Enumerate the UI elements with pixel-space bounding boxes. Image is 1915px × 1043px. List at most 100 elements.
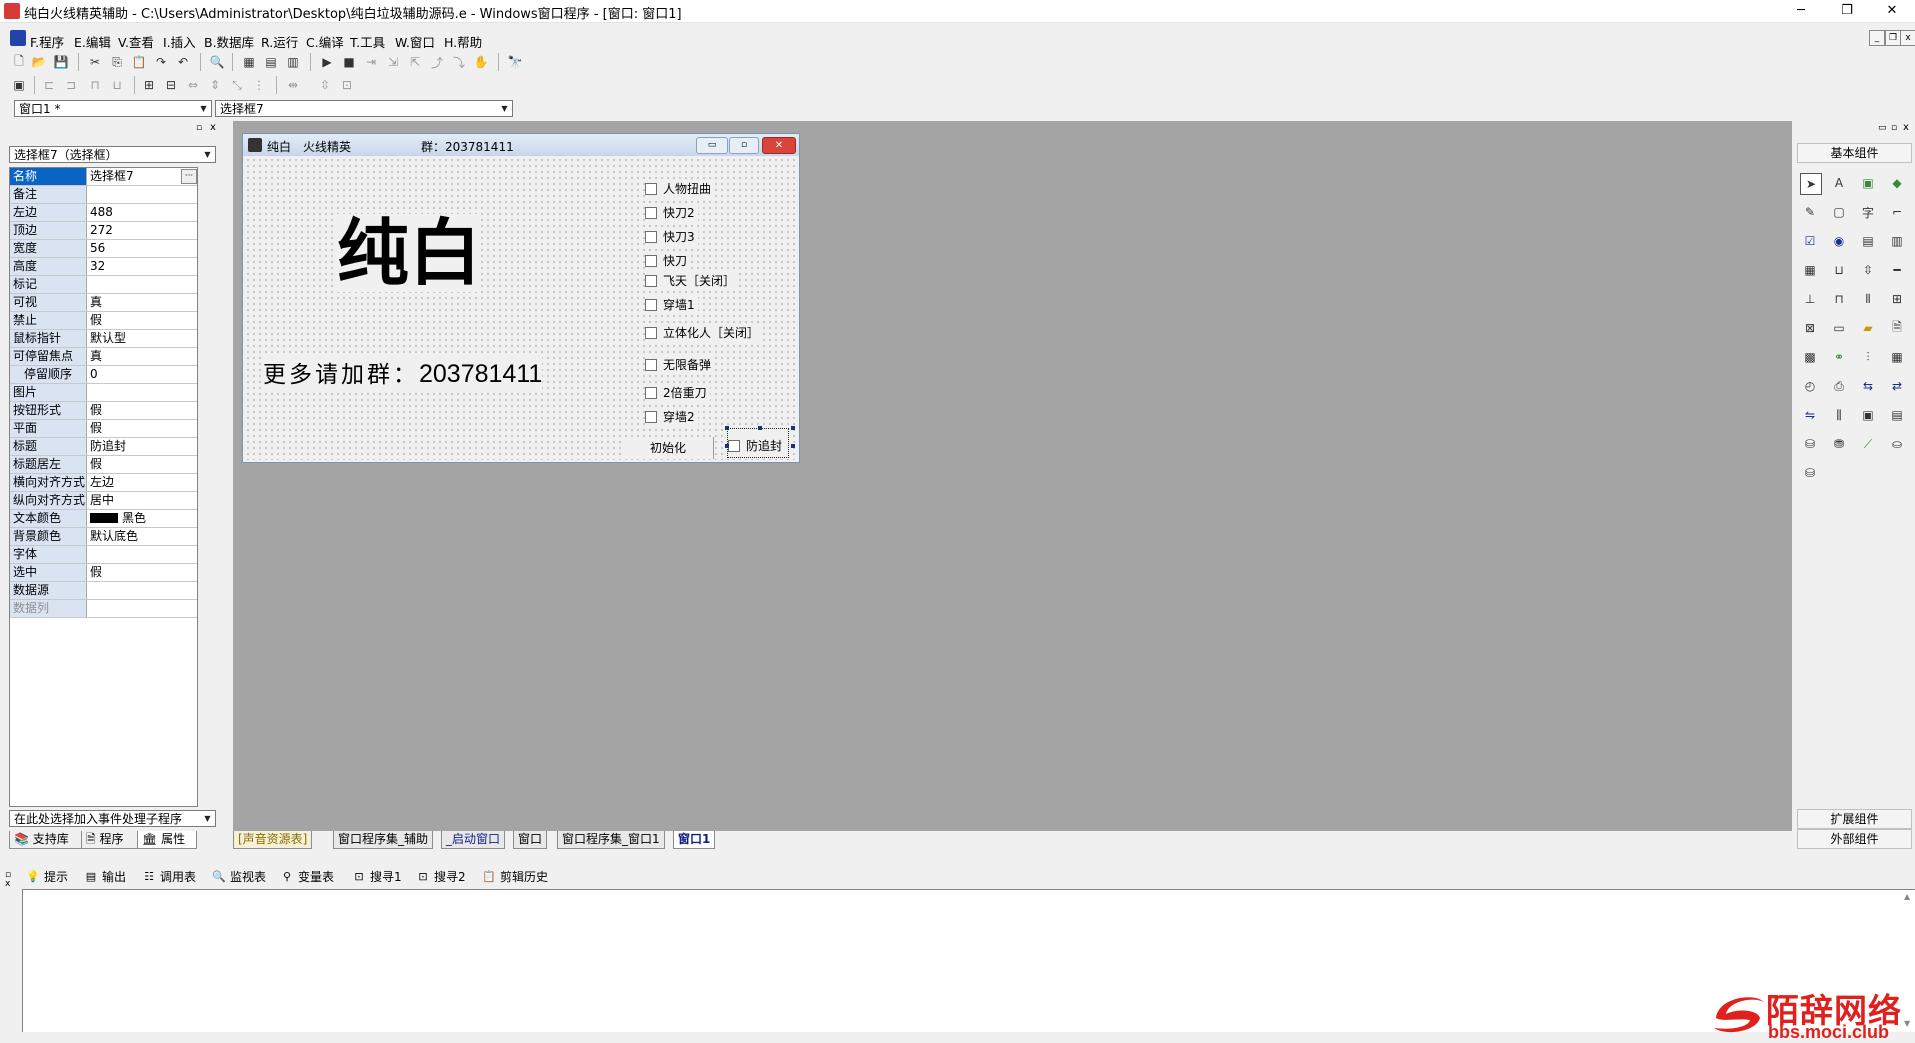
output-tab-clipboard[interactable]: 📋 剪辑历史 [482,868,548,885]
grid-icon[interactable]: ⊡ [338,76,356,94]
property-row[interactable]: 标题居左假 [10,456,197,474]
odbc-db-icon[interactable]: ⛁ [1800,463,1820,483]
object-select[interactable]: 选择框7（选择框） ▼ [9,146,216,163]
form-icon[interactable]: ▣ [1858,405,1878,425]
tree-icon[interactable]: ⫼ [1829,405,1849,425]
step-1-icon[interactable]: ⇥ [362,53,380,71]
resize-handle[interactable] [791,426,795,430]
extended-components-button[interactable]: 扩展组件 [1797,809,1912,829]
label-icon[interactable]: A [1829,173,1849,193]
property-value[interactable] [87,600,197,617]
property-value[interactable]: 0 [87,366,197,383]
property-value[interactable] [87,186,197,203]
printer-icon[interactable]: ⎙ [1829,376,1849,396]
property-row[interactable]: 名称 选择框7 ··· [10,168,197,186]
property-value[interactable]: 黑色 [87,510,197,527]
menu-window[interactable]: W.窗口 [395,32,435,51]
vslider-icon[interactable]: ⇳ [1858,260,1878,280]
database-icon[interactable]: ⛁ [1800,434,1820,454]
property-value[interactable]: 居中 [87,492,197,509]
resize-handle[interactable] [758,426,762,430]
progress-icon[interactable]: ⊓ [1829,289,1849,309]
db-connect-icon[interactable]: ⛃ [1829,434,1849,454]
property-value[interactable]: 32 [87,258,197,275]
checkbox-item[interactable]: 2倍重刀 [645,384,710,401]
frame-icon[interactable]: ▢ [1829,202,1849,222]
property-value[interactable]: 默认底色 [87,528,197,545]
property-value[interactable] [87,582,197,599]
chevron-down-icon[interactable]: ▼ [197,102,210,115]
tab-program[interactable]: 🗎 程序 [81,831,141,849]
property-value[interactable]: 假 [87,456,197,473]
align-top-icon[interactable]: ⊓ [86,76,104,94]
checkbox-item[interactable]: 快刀 [645,252,691,269]
output-tab-search2[interactable]: ⊡ 搜寻2 [416,868,465,885]
tab-properties[interactable]: 🏛 属性 [137,831,197,849]
text-icon[interactable]: 字 [1858,202,1878,222]
hand-icon[interactable]: ✋ [472,53,490,71]
checkbox-item[interactable]: 穿墙1 [645,296,698,313]
tab-helper-module[interactable]: 窗口程序集_辅助 [333,831,434,849]
property-row[interactable]: 图片 [10,384,197,402]
tab-sound-resources[interactable]: [声音资源表] [233,831,313,849]
mdi-minimize-button[interactable]: _ [1869,30,1885,46]
space-icon[interactable]: ⋮ [250,76,268,94]
property-row[interactable]: 文本颜色 黑色 [10,510,197,528]
event-select[interactable]: 在此处选择加入事件处理子程序 ▼ [9,810,216,827]
property-value[interactable]: 真 [87,348,197,365]
folder-icon[interactable]: ▰ [1858,318,1878,338]
property-row[interactable]: 纵向对齐方式 居中 [10,492,197,510]
layout-3-icon[interactable]: ▥ [284,53,302,71]
menu-database[interactable]: B.数据库 [204,32,254,51]
copy-icon[interactable]: ⎘ [108,53,126,71]
output-tab-search1[interactable]: ⊡ 搜寻1 [352,868,401,885]
property-row[interactable]: 可停留焦点真 [10,348,197,366]
property-row[interactable]: 数据列 [10,600,197,618]
listbox-icon[interactable]: ▤ [1858,231,1878,251]
property-row[interactable]: 背景颜色 默认底色 [10,528,197,546]
hscroll-icon[interactable]: ━ [1887,260,1907,280]
new-file-icon[interactable]: 🗋 [10,53,28,71]
property-value[interactable]: 488 [87,204,197,221]
open-file-icon[interactable]: 📂 [30,53,48,71]
checkbox-item[interactable]: 立体化人［关闭］ [645,324,763,341]
menu-run[interactable]: R.运行 [261,32,298,51]
save-icon[interactable]: 💾 [52,53,70,71]
v-space-icon[interactable]: ⇳ [316,76,334,94]
layout-1-icon[interactable]: ▦ [240,53,258,71]
form-restore-icon[interactable]: ▫ [729,137,759,154]
property-row[interactable]: 横向对齐方式 左边 [10,474,197,492]
property-row[interactable]: 宽度 56 [10,240,197,258]
property-value[interactable]: 假 [87,420,197,437]
mdi-close-button[interactable]: x [1900,30,1915,46]
pointer-icon[interactable]: ➤ [1800,173,1822,195]
selected-checkbox-frame[interactable]: 防追封 [727,428,789,458]
close-small-icon[interactable]: x [5,879,10,889]
tab-support-library[interactable]: 📚 支持库 [9,831,85,849]
property-value[interactable]: 56 [87,240,197,257]
mdi-restore-button[interactable]: ❐ [1885,30,1901,46]
scroll-up-icon[interactable]: ▲ [1904,892,1910,901]
step-2-icon[interactable]: ⇲ [384,53,402,71]
panel-restore-icon[interactable]: ▫ [196,123,202,133]
undo-icon[interactable]: ↶ [174,53,192,71]
resize-handle[interactable] [725,426,729,430]
align-right-icon[interactable]: ⊐ [62,76,80,94]
property-value[interactable]: 假 [87,312,197,329]
property-row[interactable]: 标题 防追封 [10,438,197,456]
chart-icon[interactable]: ⟋ [1858,434,1878,454]
property-row[interactable]: 字体 [10,546,197,564]
property-row[interactable]: 选中假 [10,564,197,582]
ruler-icon[interactable]: ⊔ [1829,260,1849,280]
output-tab-variables[interactable]: ⚲ 变量表 [280,868,334,885]
panel-min-icon[interactable]: ▭ [1878,123,1887,133]
property-value[interactable]: 假 [87,564,197,581]
tab-startup-window[interactable]: _启动窗口 [441,831,506,849]
cut-icon[interactable]: ✂ [86,53,104,71]
redo-icon[interactable]: ↷ [152,53,170,71]
output-tab-callstack[interactable]: ☷ 调用表 [142,868,196,885]
menu-help[interactable]: H.帮助 [444,32,482,51]
tab-window1[interactable]: 窗口1 [673,831,716,849]
ellipsis-button[interactable]: ··· [181,169,197,184]
property-value[interactable] [87,276,197,293]
